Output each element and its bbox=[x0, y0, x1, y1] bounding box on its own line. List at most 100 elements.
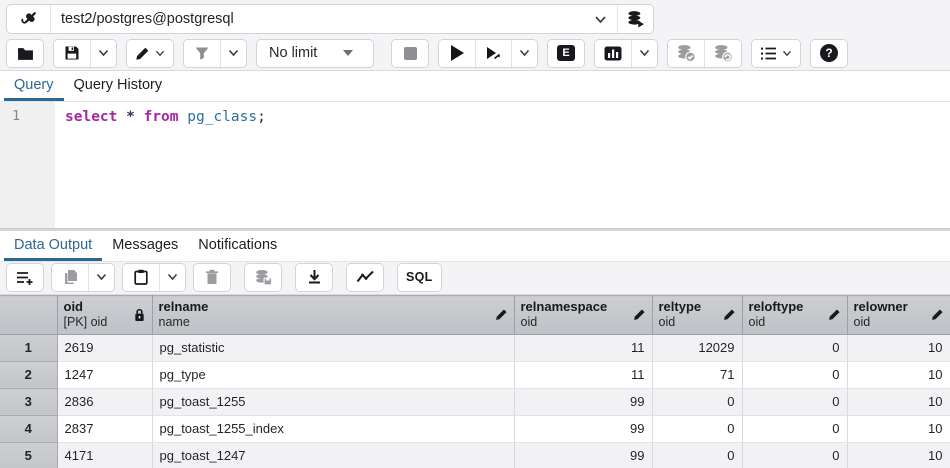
rollback-button[interactable] bbox=[704, 40, 741, 67]
open-file-button[interactable] bbox=[7, 40, 43, 67]
grid-cell[interactable]: 10 bbox=[847, 334, 950, 361]
select-all-corner[interactable] bbox=[0, 296, 57, 335]
grid-cell[interactable]: 0 bbox=[652, 442, 742, 468]
copy-button[interactable] bbox=[52, 264, 88, 291]
grid-cell[interactable]: pg_toast_1255 bbox=[152, 388, 514, 415]
column-header-reltype[interactable]: reltype oid bbox=[652, 296, 742, 335]
grid-cell[interactable]: 10 bbox=[847, 415, 950, 442]
chevron-down-icon bbox=[594, 15, 607, 24]
explain-options-chevron[interactable] bbox=[631, 40, 657, 67]
trash-icon bbox=[205, 269, 219, 285]
column-type: oid bbox=[521, 315, 608, 331]
limit-select[interactable]: No limit bbox=[256, 39, 374, 68]
column-name: relname bbox=[159, 299, 209, 315]
grid-cell[interactable]: 0 bbox=[742, 388, 847, 415]
grid-cell[interactable]: 99 bbox=[514, 442, 652, 468]
tab-data-output[interactable]: Data Output bbox=[4, 231, 102, 261]
grid-cell[interactable]: 1247 bbox=[57, 361, 152, 388]
grid-cell[interactable]: 0 bbox=[742, 442, 847, 468]
connection-selector[interactable]: test2/postgres@postgresql bbox=[51, 5, 617, 33]
grid-cell[interactable]: 12029 bbox=[652, 334, 742, 361]
grid-cell[interactable]: 0 bbox=[742, 415, 847, 442]
grid-cell[interactable]: 99 bbox=[514, 415, 652, 442]
column-header-relowner[interactable]: relowner oid bbox=[847, 296, 950, 335]
row-number-cell[interactable]: 5 bbox=[0, 442, 57, 468]
tab-notifications[interactable]: Notifications bbox=[188, 231, 287, 261]
save-options-chevron[interactable] bbox=[90, 40, 116, 67]
macros-button[interactable] bbox=[752, 40, 800, 67]
grid-cell[interactable]: 2619 bbox=[57, 334, 152, 361]
output-toolbar: SQL bbox=[0, 262, 950, 295]
download-button[interactable] bbox=[296, 264, 332, 291]
grid-cell[interactable]: 10 bbox=[847, 442, 950, 468]
column-header-relname[interactable]: relname name bbox=[152, 296, 514, 335]
paste-options-chevron[interactable] bbox=[159, 264, 185, 291]
grid-cell[interactable]: 10 bbox=[847, 361, 950, 388]
grid-cell[interactable]: 2837 bbox=[57, 415, 152, 442]
tab-messages[interactable]: Messages bbox=[102, 231, 188, 261]
explain-analyze-button[interactable] bbox=[595, 40, 631, 67]
connection-status-button[interactable] bbox=[7, 5, 51, 33]
sql-code-line: select * from pg_class; bbox=[65, 108, 950, 128]
column-header-relnamespace[interactable]: relnamespace oid bbox=[514, 296, 652, 335]
save-data-button[interactable] bbox=[245, 264, 281, 291]
column-type: name bbox=[159, 315, 209, 331]
column-header-reloftype[interactable]: reloftype oid bbox=[742, 296, 847, 335]
grid-cell[interactable]: 0 bbox=[742, 334, 847, 361]
grid-cell[interactable]: 2836 bbox=[57, 388, 152, 415]
grid-cell[interactable]: 4171 bbox=[57, 442, 152, 468]
edit-column-icon[interactable] bbox=[828, 308, 841, 321]
grid-cell[interactable]: pg_toast_1247 bbox=[152, 442, 514, 468]
grid-cell[interactable]: 0 bbox=[652, 415, 742, 442]
copy-options-chevron[interactable] bbox=[88, 264, 114, 291]
new-query-tool-button[interactable] bbox=[617, 5, 653, 33]
paste-button[interactable] bbox=[123, 264, 159, 291]
commit-button[interactable] bbox=[668, 40, 704, 67]
grid-cell[interactable]: pg_type bbox=[152, 361, 514, 388]
grid-cell[interactable]: 10 bbox=[847, 388, 950, 415]
add-row-button[interactable] bbox=[7, 264, 43, 291]
graph-visualiser-button[interactable] bbox=[347, 264, 383, 291]
tab-query-history[interactable]: Query History bbox=[64, 71, 173, 101]
database-save-icon bbox=[254, 269, 273, 286]
grid-cell[interactable]: pg_statistic bbox=[152, 334, 514, 361]
sql-editor[interactable]: 1 select * from pg_class; bbox=[0, 102, 950, 228]
delete-row-button[interactable] bbox=[194, 264, 230, 291]
execute-options-chevron[interactable] bbox=[511, 40, 537, 67]
sql-token: from bbox=[144, 109, 179, 125]
download-icon bbox=[307, 269, 322, 285]
grid-cell[interactable]: pg_toast_1255_index bbox=[152, 415, 514, 442]
save-button[interactable] bbox=[54, 40, 90, 67]
edit-column-icon[interactable] bbox=[633, 308, 646, 321]
grid-cell[interactable]: 0 bbox=[742, 361, 847, 388]
edit-options-button[interactable] bbox=[127, 40, 173, 67]
grid-cell[interactable]: 0 bbox=[652, 388, 742, 415]
sql-code-area[interactable]: select * from pg_class; bbox=[55, 102, 950, 228]
grid-cell[interactable]: 11 bbox=[514, 361, 652, 388]
explain-button[interactable]: E bbox=[548, 40, 584, 67]
grid-cell[interactable]: 71 bbox=[652, 361, 742, 388]
help-button[interactable]: ? bbox=[811, 40, 847, 67]
column-header-oid[interactable]: oid [PK] oid bbox=[57, 296, 152, 335]
row-number-cell[interactable]: 1 bbox=[0, 334, 57, 361]
show-sql-button[interactable]: SQL bbox=[398, 264, 441, 291]
database-rollback-icon bbox=[713, 44, 733, 62]
chevron-down-icon bbox=[167, 273, 178, 281]
folder-icon bbox=[17, 46, 34, 61]
tab-query[interactable]: Query bbox=[4, 71, 64, 101]
row-number-cell[interactable]: 2 bbox=[0, 361, 57, 388]
row-number-cell[interactable]: 3 bbox=[0, 388, 57, 415]
grid-cell[interactable]: 99 bbox=[514, 388, 652, 415]
filter-options-chevron[interactable] bbox=[220, 40, 246, 67]
grid-cell[interactable]: 11 bbox=[514, 334, 652, 361]
execute-from-cursor-button[interactable] bbox=[475, 40, 511, 67]
edit-column-icon[interactable] bbox=[723, 308, 736, 321]
edit-column-icon[interactable] bbox=[931, 308, 944, 321]
filter-button[interactable] bbox=[184, 40, 220, 67]
row-number-cell[interactable]: 4 bbox=[0, 415, 57, 442]
edit-column-icon[interactable] bbox=[495, 308, 508, 321]
stop-button[interactable] bbox=[392, 40, 428, 67]
execute-button[interactable] bbox=[439, 40, 475, 67]
chevron-down-icon bbox=[155, 50, 165, 57]
chevron-down-icon bbox=[639, 49, 650, 57]
